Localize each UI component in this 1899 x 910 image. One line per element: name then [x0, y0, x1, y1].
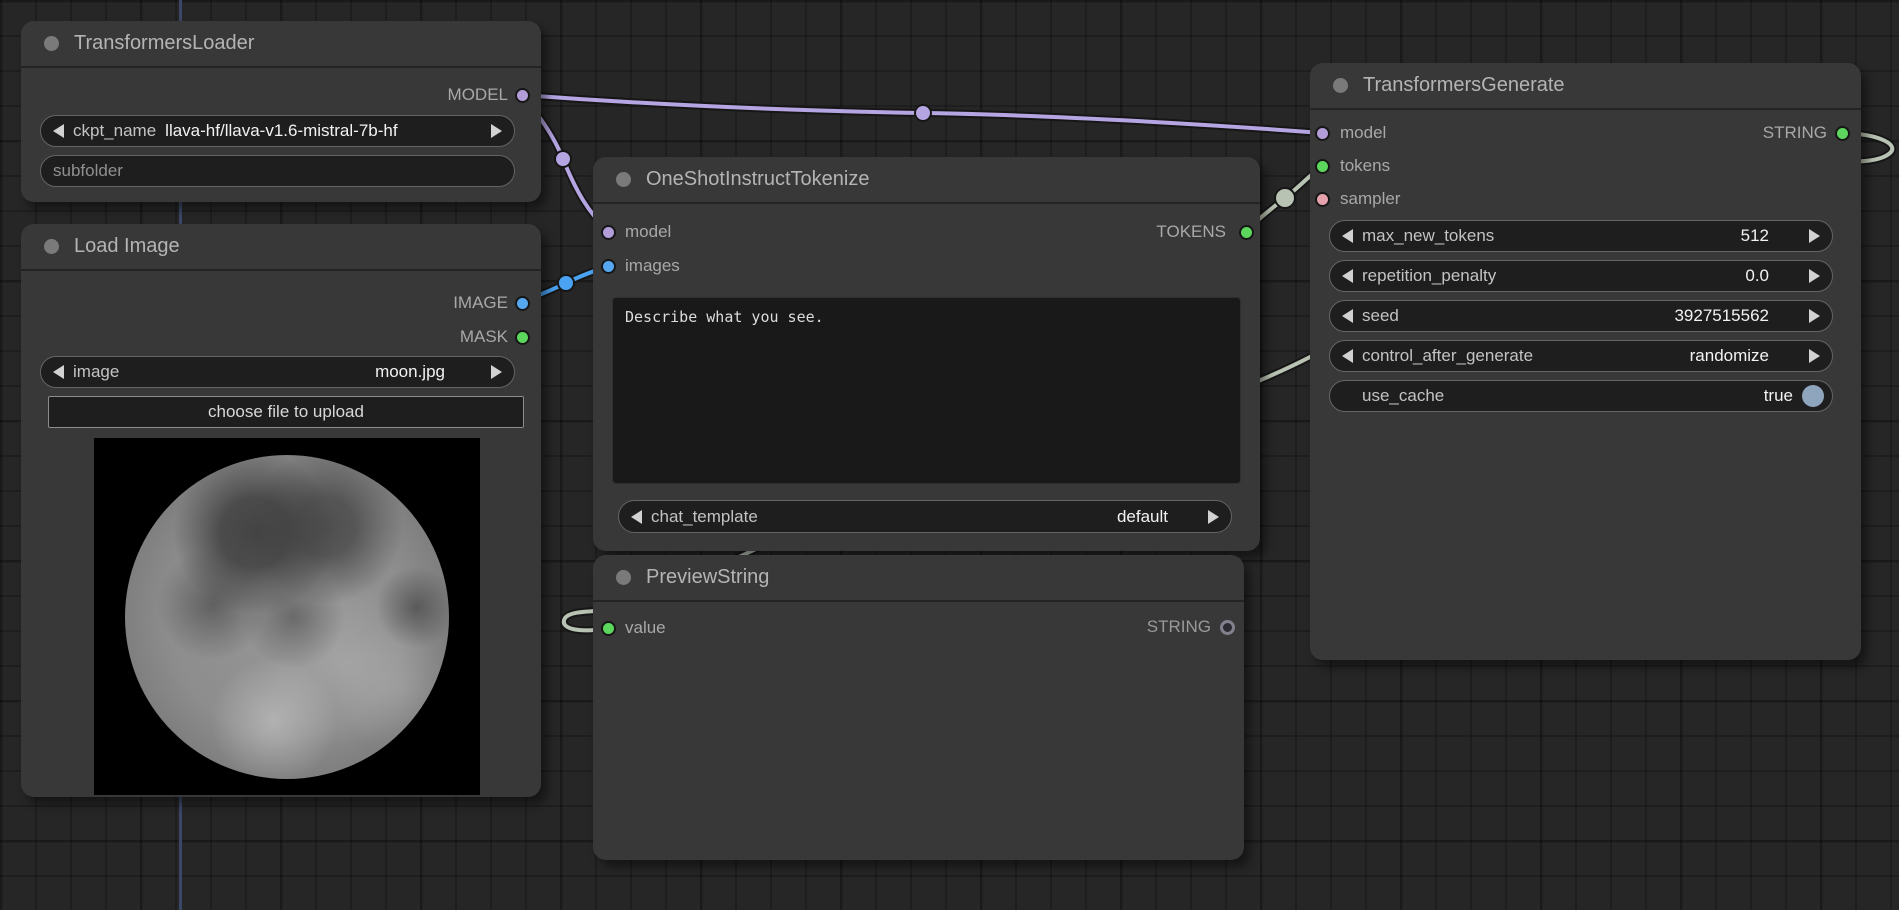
input-label-model: model — [625, 222, 671, 242]
node-title: OneShotInstructTokenize — [646, 168, 869, 191]
node-title: Load Image — [74, 235, 180, 258]
image-select-widget[interactable]: image moon.jpg — [40, 356, 515, 388]
widget-label: use_cache — [1362, 386, 1444, 406]
output-label-image: IMAGE — [453, 293, 508, 313]
widget-label: control_after_generate — [1362, 346, 1533, 366]
subfolder-input[interactable]: subfolder — [40, 155, 515, 187]
widget-label: max_new_tokens — [1362, 226, 1494, 246]
increment-arrow-icon[interactable] — [1809, 309, 1820, 323]
node-transformers-loader[interactable]: TransformersLoader MODEL ckpt_name llava… — [21, 21, 541, 202]
widget-label: ckpt_name — [73, 121, 156, 141]
decrement-arrow-icon[interactable] — [53, 124, 64, 138]
output-label-model: MODEL — [448, 85, 508, 105]
prompt-textarea[interactable]: Describe what you see. — [612, 297, 1241, 484]
node-status-dot — [44, 239, 59, 254]
link-dot — [1275, 188, 1295, 208]
widget-label: seed — [1362, 306, 1399, 326]
node-titlebar[interactable]: TransformersLoader — [21, 21, 541, 68]
increment-arrow-icon[interactable] — [491, 124, 502, 138]
image-preview[interactable] — [94, 438, 480, 795]
widget-label: chat_template — [651, 507, 758, 527]
decrement-arrow-icon[interactable] — [1342, 269, 1353, 283]
sampler-input-port[interactable] — [1315, 192, 1330, 207]
input-label-sampler: sampler — [1340, 189, 1400, 209]
widget-value: 512 — [1741, 226, 1769, 246]
choose-file-button[interactable]: choose file to upload — [48, 396, 524, 428]
output-label-string: STRING — [1147, 617, 1211, 637]
decrement-arrow-icon[interactable] — [1342, 349, 1353, 363]
use-cache-toggle[interactable] — [1802, 385, 1824, 407]
link-dot — [558, 275, 574, 291]
seed-widget[interactable]: seed 3927515562 — [1329, 300, 1833, 332]
widget-value: 0.0 — [1745, 266, 1769, 286]
model-input-port[interactable] — [601, 225, 616, 240]
output-label-mask: MASK — [460, 327, 508, 347]
output-label-string: STRING — [1763, 123, 1827, 143]
control-after-generate-widget[interactable]: control_after_generate randomize — [1329, 340, 1833, 372]
link-dot — [915, 105, 931, 121]
tokens-output-port[interactable] — [1239, 225, 1254, 240]
moon-image — [125, 455, 449, 779]
node-status-dot — [1333, 78, 1348, 93]
node-load-image[interactable]: Load Image IMAGE MASK image moon.jpg cho… — [21, 224, 541, 797]
widget-value: randomize — [1690, 346, 1769, 366]
mask-output-port[interactable] — [515, 330, 530, 345]
node-titlebar[interactable]: PreviewString — [593, 555, 1244, 602]
output-label-tokens: TOKENS — [1156, 222, 1226, 242]
node-status-dot — [44, 36, 59, 51]
model-input-port[interactable] — [1315, 126, 1330, 141]
node-title: PreviewString — [646, 566, 769, 589]
widget-value: default — [1117, 507, 1168, 527]
input-label-images: images — [625, 256, 680, 276]
widget-value: moon.jpg — [375, 362, 445, 382]
widget-value: 3927515562 — [1674, 306, 1769, 326]
decrement-arrow-icon[interactable] — [53, 365, 64, 379]
increment-arrow-icon[interactable] — [1208, 510, 1219, 524]
widget-label: image — [73, 362, 119, 382]
increment-arrow-icon[interactable] — [1809, 229, 1820, 243]
ckpt-name-widget[interactable]: ckpt_name llava-hf/llava-v1.6-mistral-7b… — [40, 115, 515, 147]
value-input-port[interactable] — [601, 621, 616, 636]
increment-arrow-icon[interactable] — [491, 365, 502, 379]
node-status-dot — [616, 172, 631, 187]
string-output-port[interactable] — [1220, 620, 1235, 635]
node-preview-string[interactable]: PreviewString value STRING — [593, 555, 1244, 860]
node-title: TransformersLoader — [74, 32, 254, 55]
node-transformers-generate[interactable]: TransformersGenerate model tokens sample… — [1310, 63, 1861, 660]
link-dot — [555, 151, 571, 167]
widget-value: llava-hf/llava-v1.6-mistral-7b-hf — [165, 121, 397, 141]
increment-arrow-icon[interactable] — [1809, 349, 1820, 363]
decrement-arrow-icon[interactable] — [631, 510, 642, 524]
node-graph-canvas[interactable]: TransformersLoader MODEL ckpt_name llava… — [0, 0, 1899, 910]
widget-label: repetition_penalty — [1362, 266, 1496, 286]
node-status-dot — [616, 570, 631, 585]
prompt-text: Describe what you see. — [625, 308, 824, 326]
decrement-arrow-icon[interactable] — [1342, 309, 1353, 323]
string-output-port[interactable] — [1835, 126, 1850, 141]
max-new-tokens-widget[interactable]: max_new_tokens 512 — [1329, 220, 1833, 252]
widget-value: true — [1764, 386, 1793, 406]
repetition-penalty-widget[interactable]: repetition_penalty 0.0 — [1329, 260, 1833, 292]
use-cache-widget[interactable]: use_cache true — [1329, 380, 1833, 412]
input-label-model: model — [1340, 123, 1386, 143]
chat-template-widget[interactable]: chat_template default — [618, 500, 1232, 533]
button-label: choose file to upload — [208, 402, 364, 422]
input-label-tokens: tokens — [1340, 156, 1390, 176]
decrement-arrow-icon[interactable] — [1342, 229, 1353, 243]
node-titlebar[interactable]: TransformersGenerate — [1310, 63, 1861, 110]
input-label-value: value — [625, 618, 666, 638]
images-input-port[interactable] — [601, 259, 616, 274]
node-title: TransformersGenerate — [1363, 74, 1565, 97]
node-one-shot-instruct-tokenize[interactable]: OneShotInstructTokenize model images TOK… — [593, 157, 1260, 551]
widget-label: subfolder — [53, 161, 123, 181]
increment-arrow-icon[interactable] — [1809, 269, 1820, 283]
node-titlebar[interactable]: OneShotInstructTokenize — [593, 157, 1260, 204]
node-titlebar[interactable]: Load Image — [21, 224, 541, 271]
model-output-port[interactable] — [515, 88, 530, 103]
image-output-port[interactable] — [515, 296, 530, 311]
tokens-input-port[interactable] — [1315, 159, 1330, 174]
